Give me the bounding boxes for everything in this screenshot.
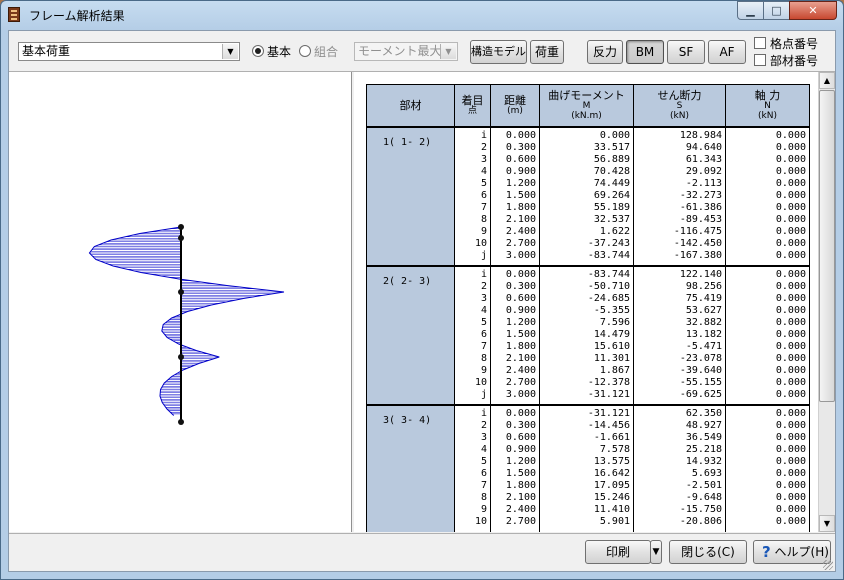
minimize-icon: ▁ [746,4,755,17]
axial-cell: 0.000 0.000 0.000 0.000 0.000 0.000 0.00… [725,126,810,266]
vertical-scrollbar[interactable]: ▲ ▼ [818,72,835,532]
bending-moment-diagram-pane [9,72,352,532]
structure-model-button[interactable]: 構造モデル [470,40,527,64]
scroll-up-icon[interactable]: ▲ [819,72,835,89]
application-window: フレーム解析結果 ▁ □ ✕ 基本荷重 ▼ 基本 組合 モーメント最大 ▼ 構造… [0,0,844,580]
points-cell: i 2 3 4 5 6 7 8 9 10 j [454,126,491,266]
scroll-down-icon[interactable]: ▼ [819,515,835,532]
shear-cell: 122.140 98.256 75.419 53.627 32.882 13.1… [633,265,726,405]
load-case-select[interactable]: 基本荷重 ▼ [18,42,240,61]
header-point: 着目点 [454,84,491,128]
table-row: 2( 2- 3) i 2 3 4 5 6 7 8 9 10 j 0.000 0.… [366,265,810,405]
table-header-row: 部材 着目点 距離 (m) 曲げモーメント M (kN.m) せん断力 S (kN) 軸 … [366,84,810,128]
title-bar[interactable]: フレーム解析結果 ▁ □ ✕ [1,1,843,29]
node-point [178,419,184,425]
close-window-button[interactable]: ✕ [789,1,837,20]
radio-combination[interactable]: 組合 [299,44,338,60]
points-cell: i 2 3 4 5 6 7 8 9 10 [454,404,491,532]
maximize-icon: □ [771,4,782,17]
client-area: 基本荷重 ▼ 基本 組合 モーメント最大 ▼ 構造モデル 荷重 反力 BM SF… [8,30,836,572]
close-icon: ✕ [808,4,818,17]
chevron-down-icon: ▼ [652,547,660,557]
sf-button[interactable]: SF [667,40,705,64]
table-row: 1( 1- 2) i 2 3 4 5 6 7 8 9 10 j 0.000 0.… [366,126,810,266]
moment-select[interactable]: モーメント最大 ▼ [354,42,458,61]
node-number-checkbox[interactable]: 格点番号 [754,37,818,51]
distance-cell: 0.000 0.300 0.600 0.900 1.200 1.500 1.80… [490,404,540,532]
header-axial: 軸 力 N (kN) [725,84,810,128]
af-button[interactable]: AF [708,40,746,64]
print-button[interactable]: 印刷 [585,540,651,564]
results-table-pane: 部材 着目点 距離 (m) 曲げモーメント M (kN.m) せん断力 S (kN) 軸 … [354,72,835,532]
resize-grip-icon[interactable] [823,560,833,570]
bm-button[interactable]: BM [626,40,664,64]
member-number-checkbox[interactable]: 部材番号 [754,54,818,68]
table-row: 3( 3- 4) i 2 3 4 5 6 7 8 9 10 0.000 0.30… [366,404,810,532]
chevron-down-icon[interactable]: ▼ [440,44,456,59]
axial-cell: 0.000 0.000 0.000 0.000 0.000 0.000 0.00… [725,404,810,532]
minimize-button[interactable]: ▁ [737,1,764,20]
shear-cell: 128.984 94.640 61.343 29.092 -2.113 -32.… [633,126,726,266]
load-button[interactable]: 荷重 [530,40,564,64]
maximize-button[interactable]: □ [763,1,790,20]
toolbar: 基本荷重 ▼ 基本 組合 モーメント最大 ▼ 構造モデル 荷重 反力 BM SF… [9,31,835,72]
moment-cell: -31.121 -14.456 -1.661 7.578 13.575 16.6… [539,404,634,532]
moment-cell: -83.744 -50.710 -24.685 -5.355 7.596 14.… [539,265,634,405]
member-cell: 3( 3- 4) [366,404,455,532]
node-point [178,224,184,230]
axial-cell: 0.000 0.000 0.000 0.000 0.000 0.000 0.00… [725,265,810,405]
question-icon: ? [762,543,771,561]
node-point [178,235,184,241]
radio-basic-label: 基本 [267,45,292,59]
close-button[interactable]: 閉じる(C) [669,540,747,564]
print-dropdown-button[interactable]: ▼ [650,540,662,564]
node-number-label: 格点番号 [770,37,819,51]
radio-combination-label: 組合 [314,45,339,59]
bending-moment-diagram [88,224,285,425]
shear-cell: 62.350 48.927 36.549 25.218 14.932 5.693… [633,404,726,532]
help-button[interactable]: ? ヘルプ(H) [753,540,831,564]
header-shear: せん断力 S (kN) [633,84,726,128]
radio-unselected-icon [299,45,311,57]
moment-select-value: モーメント最大 [358,44,442,58]
radio-basic[interactable]: 基本 [252,44,291,60]
header-moment: 曲げモーメント M (kN.m) [539,84,634,128]
member-cell: 2( 2- 3) [366,265,455,405]
app-icon [8,7,20,22]
results-table: 部材 着目点 距離 (m) 曲げモーメント M (kN.m) せん断力 S (kN) 軸 … [366,84,810,532]
checkbox-unchecked-icon [754,37,766,49]
points-cell: i 2 3 4 5 6 7 8 9 10 j [454,265,491,405]
header-member: 部材 [366,84,455,128]
distance-cell: 0.000 0.300 0.600 0.900 1.200 1.500 1.80… [490,126,540,266]
moment-cell: 0.000 33.517 56.889 70.428 74.449 69.264… [539,126,634,266]
node-point [178,354,184,360]
radio-selected-icon [252,45,264,57]
distance-cell: 0.000 0.300 0.600 0.900 1.200 1.500 1.80… [490,265,540,405]
member-number-label: 部材番号 [770,54,819,68]
reaction-button[interactable]: 反力 [587,40,623,64]
load-case-value: 基本荷重 [22,44,71,58]
member-cell: 1( 1- 2) [366,126,455,266]
checkbox-unchecked-icon [754,54,766,66]
node-point [178,289,184,295]
help-button-label: ヘルプ(H) [774,545,829,559]
chevron-down-icon[interactable]: ▼ [222,44,238,59]
footer-bar: 印刷 ▼ 閉じる(C) ? ヘルプ(H) [9,533,835,572]
window-title: フレーム解析結果 [29,9,125,23]
scroll-thumb[interactable] [819,90,835,402]
header-distance: 距離 (m) [490,84,540,128]
